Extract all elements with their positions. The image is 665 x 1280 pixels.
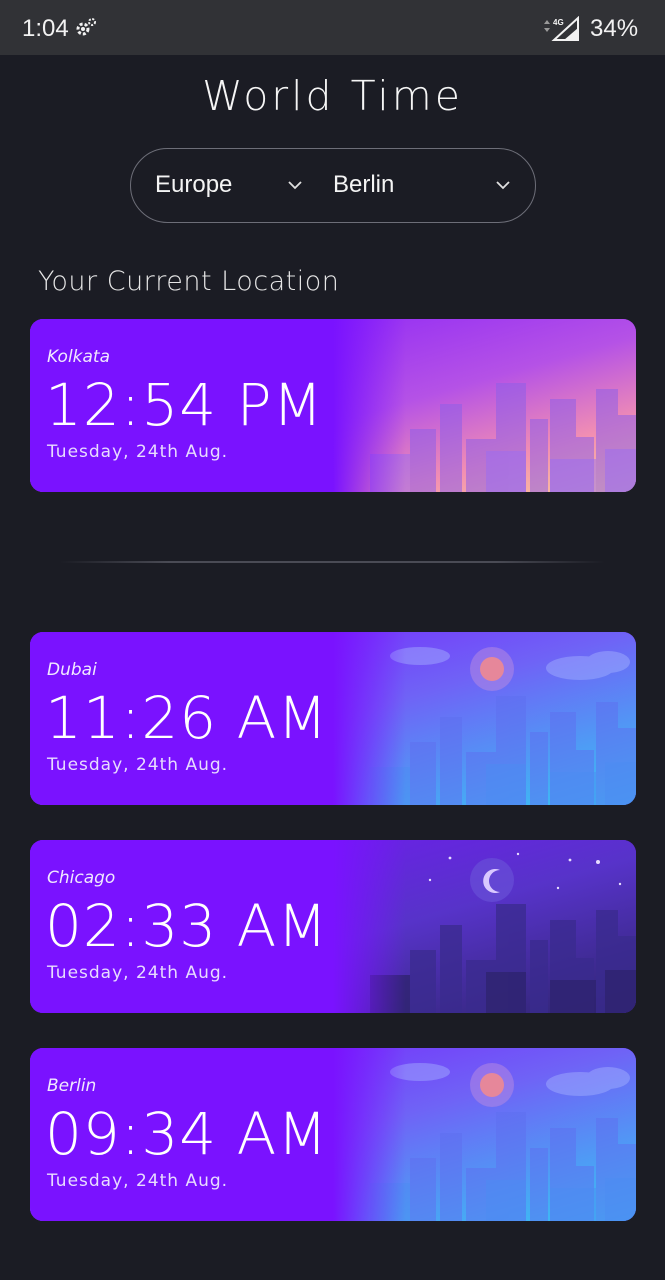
signal-4g-icon: 4G [544, 16, 579, 41]
clock-date: Tuesday, 24th Aug. [47, 1171, 229, 1191]
clock-card-dubai[interactable]: Dubai 11:26 AM Tuesday, 24th Aug. [30, 632, 636, 805]
chevron-down-icon[interactable] [287, 179, 303, 191]
chevron-down-icon[interactable] [495, 179, 511, 191]
city-name: Chicago [47, 868, 116, 888]
city-name: Berlin [47, 1076, 97, 1096]
clock-date: Tuesday, 24th Aug. [47, 442, 229, 462]
page-title: World Time [202, 72, 463, 120]
battery-percentage: 34% [590, 15, 639, 42]
status-bar: 1:04 4G 34% [0, 0, 665, 55]
clock-date: Tuesday, 24th Aug. [47, 755, 229, 775]
current-location-label: Your Current Location [38, 266, 340, 297]
city-name: Dubai [47, 660, 97, 680]
clock-time: 12:54 PM [45, 371, 324, 439]
settings-gear-icon [76, 18, 96, 36]
status-time: 1:04 [22, 15, 69, 42]
clock-time: 02:33 AM [45, 892, 329, 960]
clock-date: Tuesday, 24th Aug. [47, 963, 229, 983]
section-divider [60, 561, 605, 563]
clock-time: 11:26 AM [45, 684, 329, 752]
clock-card-berlin[interactable]: Berlin 09:34 AM Tuesday, 24th Aug. [30, 1048, 636, 1221]
current-location-card[interactable]: Kolkata 12:54 PM Tuesday, 24th Aug. [30, 319, 636, 492]
clock-time: 09:34 AM [45, 1100, 329, 1168]
svg-text:4G: 4G [553, 18, 564, 27]
city-dropdown[interactable]: Berlin [333, 171, 394, 199]
region-dropdown[interactable]: Europe [155, 171, 232, 199]
location-selector: Europe Berlin [130, 148, 536, 223]
city-name: Kolkata [47, 347, 111, 367]
clock-card-chicago[interactable]: Chicago 02:33 AM Tuesday, 24th Aug. [30, 840, 636, 1013]
